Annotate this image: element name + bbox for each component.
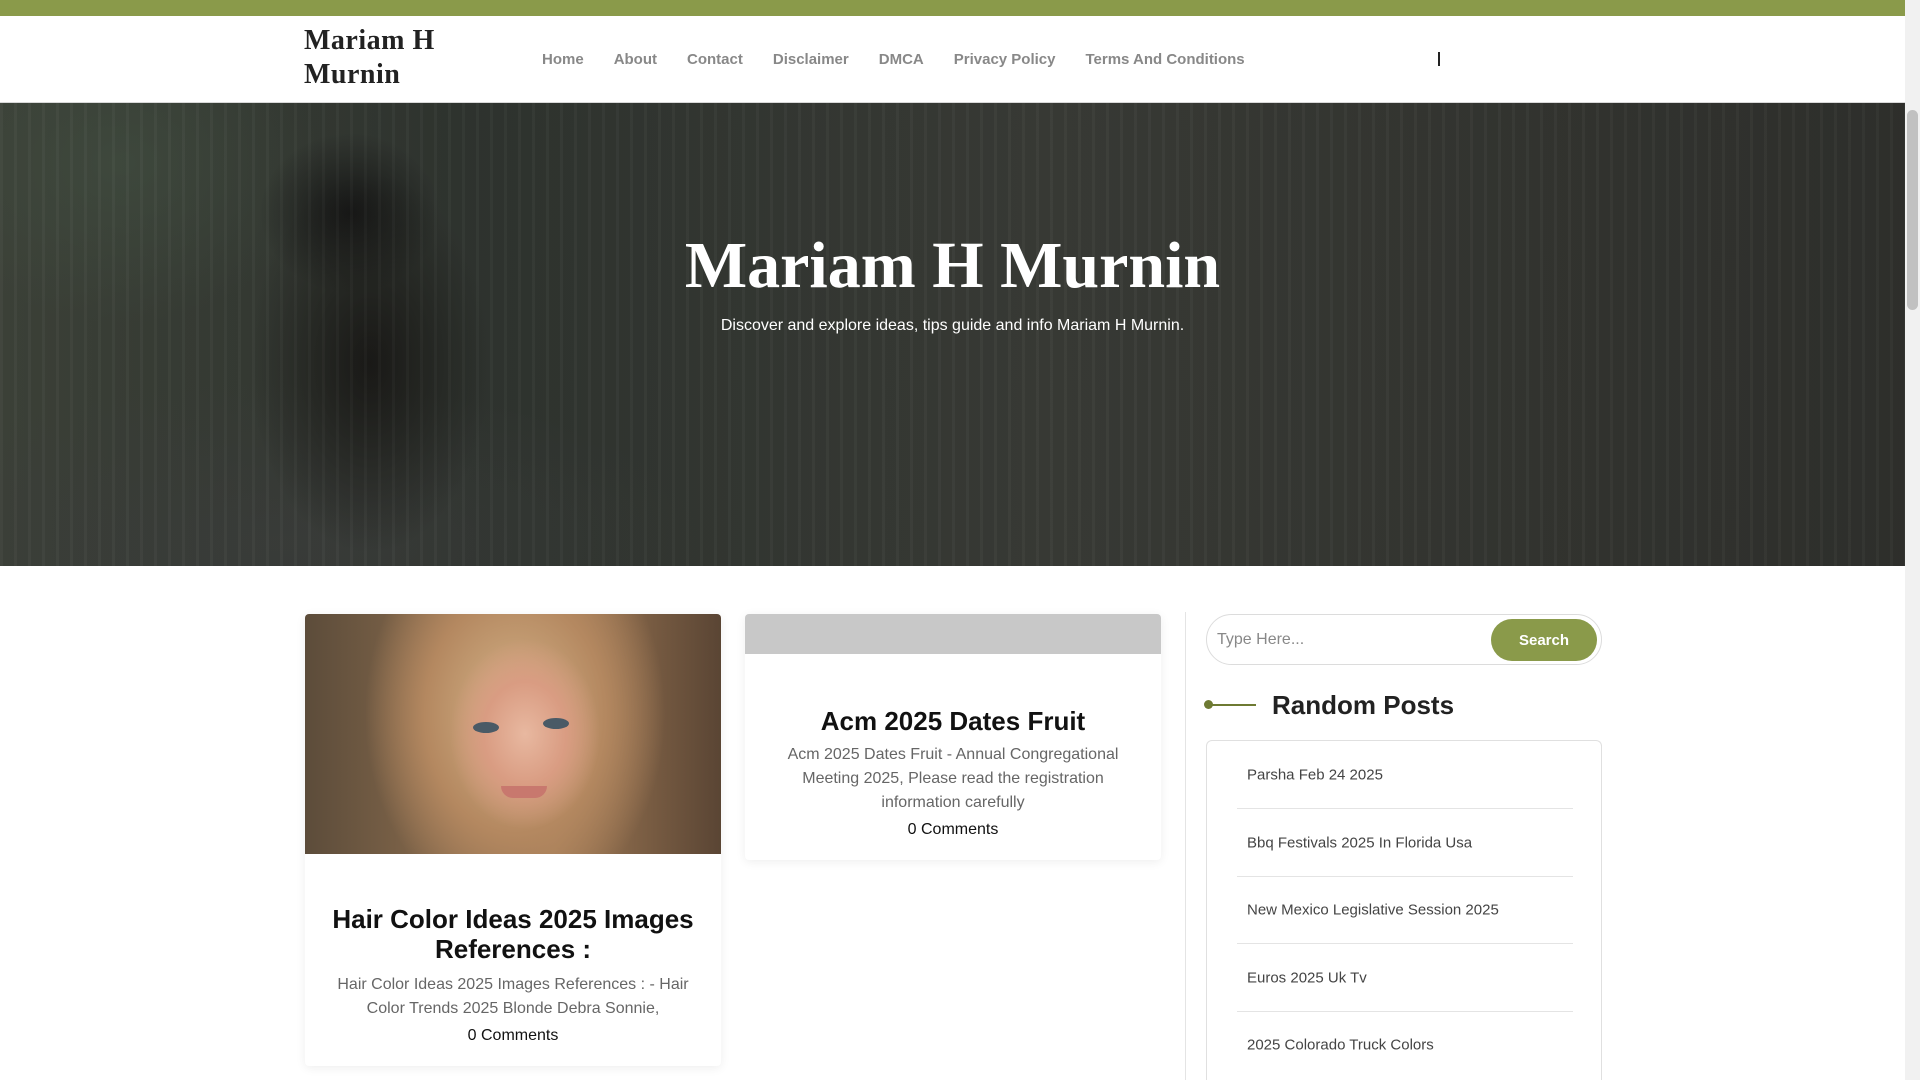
post-title[interactable]: Acm 2025 Dates Fruit [765, 706, 1141, 736]
hero-title: Mariam H Murnin [684, 229, 1221, 302]
list-item: 2025 Colorado Truck Colors [1237, 1011, 1573, 1079]
post-card: Hair Color Ideas 2025 Images References … [305, 614, 721, 1066]
nav-item-disclaimer[interactable]: Disclaimer [773, 51, 849, 68]
post-excerpt: Acm 2025 Dates Fruit - Annual Congregati… [787, 746, 1119, 811]
hero-banner: Mariam H Murnin Discover and explore ide… [0, 103, 1905, 566]
nav-item-privacy-policy[interactable]: Privacy Policy [954, 51, 1056, 68]
main-nav: Home About Contact Disclaimer DMCA Priva… [527, 16, 1260, 103]
nav-item-about[interactable]: About [614, 51, 657, 68]
post-comments-count[interactable]: 0 Comments [765, 821, 1141, 839]
random-post-link[interactable]: Euros 2025 Uk Tv [1247, 970, 1367, 987]
site-header: Mariam H Murnin Home About Contact Discl… [0, 16, 1905, 103]
thumbnail-detail [543, 718, 569, 729]
thumbnail-detail [473, 722, 499, 733]
nav-item-terms[interactable]: Terms And Conditions [1085, 51, 1244, 68]
post-thumbnail[interactable] [745, 614, 1161, 654]
search-button[interactable]: Search [1491, 619, 1597, 661]
post-excerpt: Hair Color Ideas 2025 Images References … [337, 976, 689, 1017]
random-post-link[interactable]: New Mexico Legislative Session 2025 [1247, 902, 1499, 919]
random-post-link[interactable]: Bbq Festivals 2025 In Florida Usa [1247, 835, 1472, 852]
random-post-link[interactable]: 2025 Colorado Truck Colors [1247, 1037, 1434, 1054]
random-post-link[interactable]: Parsha Feb 24 2025 [1247, 767, 1383, 784]
list-item: Parsha Feb 24 2025 [1237, 741, 1573, 809]
list-item: Euros 2025 Uk Tv [1237, 944, 1573, 1012]
nav-item-dmca[interactable]: DMCA [879, 51, 924, 68]
post-card: Acm 2025 Dates Fruit Acm 2025 Dates Frui… [745, 614, 1161, 860]
nav-item-home[interactable]: Home [542, 51, 584, 68]
top-accent-strip [0, 0, 1905, 16]
site-title[interactable]: Mariam H Murnin [304, 24, 494, 92]
nav-item-contact[interactable]: Contact [687, 51, 743, 68]
heading-accent-line [1204, 700, 1256, 709]
scrollbar-thumb[interactable] [1907, 110, 1918, 310]
search-toggle-icon[interactable] [1438, 52, 1440, 66]
sidebar-search: Search [1206, 614, 1602, 665]
list-item: New Mexico Legislative Session 2025 [1237, 876, 1573, 944]
post-thumbnail[interactable] [305, 614, 721, 854]
post-title[interactable]: Hair Color Ideas 2025 Images References … [325, 904, 701, 964]
hero-subtitle: Discover and explore ideas, tips guide a… [720, 317, 1185, 334]
thumbnail-detail [501, 786, 547, 798]
search-input[interactable] [1217, 623, 1487, 657]
sidebar-divider [1185, 612, 1186, 1080]
heading-accent-dot [1204, 700, 1213, 709]
widget-title: Random Posts [1272, 689, 1455, 720]
random-posts-list: Parsha Feb 24 2025 Bbq Festivals 2025 In… [1206, 740, 1602, 1080]
random-posts-heading: Random Posts [1204, 688, 1455, 722]
list-item: Bbq Festivals 2025 In Florida Usa [1237, 809, 1573, 877]
post-comments-count[interactable]: 0 Comments [325, 1027, 701, 1045]
